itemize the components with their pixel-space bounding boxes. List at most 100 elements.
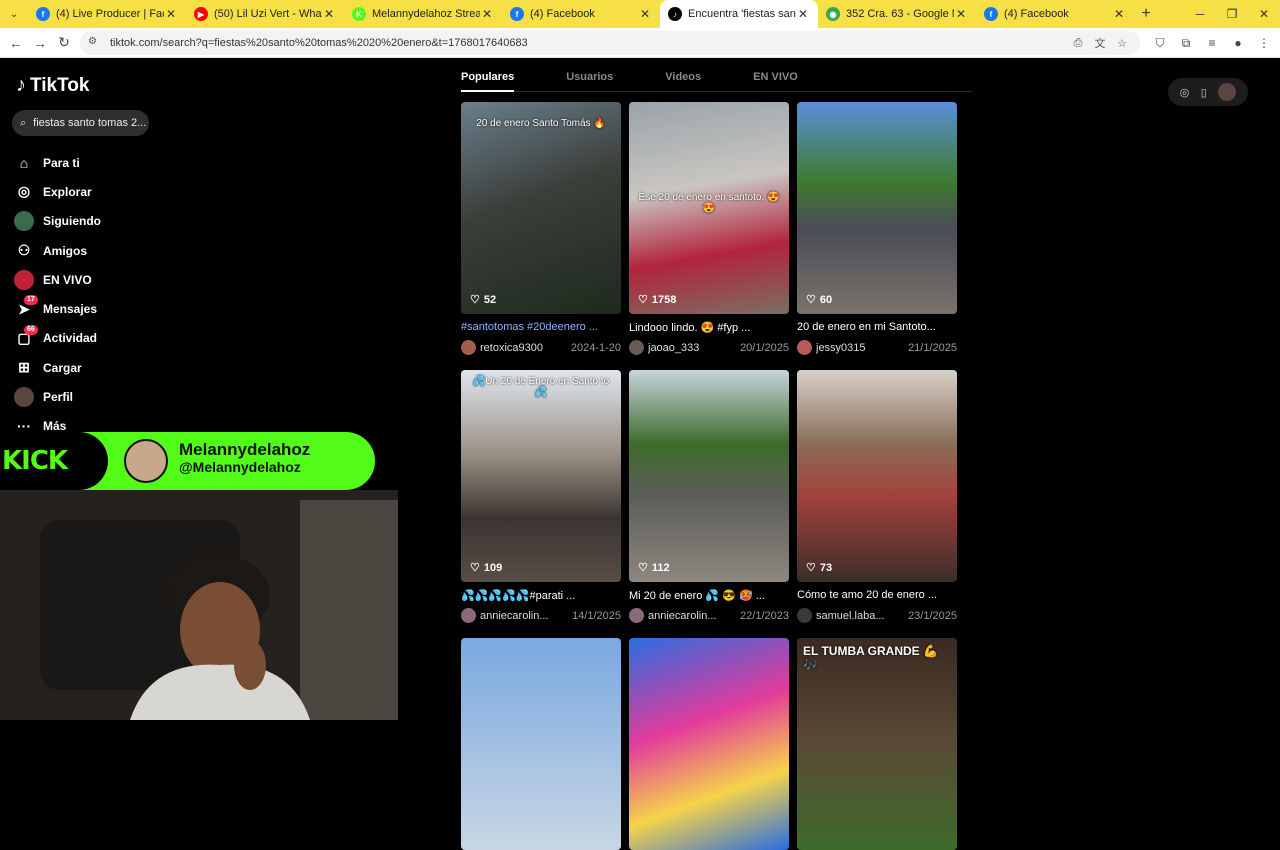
author-avatar[interactable] [629, 608, 644, 623]
video-card[interactable] [461, 638, 621, 850]
video-description[interactable]: Cómo te amo 20 de enero ... [797, 589, 957, 603]
tab-favicon-icon: ♪ [668, 7, 682, 21]
kick-logo: KICK [0, 432, 108, 490]
video-card[interactable]: Ese 20 de enero en santoto. 😍😍 ♡ 1758 Lin… [629, 102, 789, 355]
video-card[interactable]: 💦Un 20 de Enero en Santo to 💦 ♡ 109 💦💦💦💦💦… [461, 370, 621, 623]
video-card[interactable]: ♡ 73 Cómo te amo 20 de enero ... samuel.l… [797, 370, 957, 623]
browser-tab[interactable]: ♪ Encuentra 'fiestas santo tomas ✕ [660, 0, 818, 28]
sidebar-item-actividad[interactable]: ▢ 66 Actividad [14, 324, 194, 353]
tab-close-icon[interactable]: ✕ [480, 7, 494, 21]
sidebar-item-perfil[interactable]: ● Perfil [14, 382, 194, 411]
heart-icon: ♡ [470, 294, 480, 306]
author-name[interactable]: anniecarolin... [648, 610, 734, 622]
video-thumbnail[interactable] [461, 638, 621, 850]
video-description[interactable]: Mi 20 de enero 💦 😎 🥵 ... [629, 589, 789, 603]
search-input[interactable]: ⌕ fiestas santo tomas 2... [12, 110, 149, 136]
sidebar-item-explorar[interactable]: ◎ Explorar [14, 177, 194, 206]
tab-close-icon[interactable]: ✕ [1112, 7, 1126, 21]
video-card[interactable] [629, 638, 789, 850]
like-count: ♡ 112 [638, 561, 670, 575]
video-thumbnail[interactable]: ♡ 112 [629, 370, 789, 582]
tab-close-icon[interactable]: ✕ [796, 7, 810, 21]
author-name[interactable]: jessy0315 [816, 342, 902, 354]
back-icon[interactable]: ← [4, 35, 28, 51]
author-name[interactable]: retoxica9300 [480, 342, 565, 354]
video-description[interactable]: 💦💦💦💦💦#parati ... [461, 589, 621, 603]
video-card[interactable]: ♡ 112 Mi 20 de enero 💦 😎 🥵 ... anniecarol… [629, 370, 789, 623]
sidebar-item-amigos[interactable]: ⚇ Amigos [14, 236, 194, 265]
forward-icon[interactable]: → [28, 35, 52, 51]
minimize-icon[interactable]: ─ [1184, 0, 1216, 28]
video-thumbnail[interactable]: ♡ 73 [797, 370, 957, 582]
tab-close-icon[interactable]: ✕ [638, 7, 652, 21]
close-window-icon[interactable]: ✕ [1248, 0, 1280, 28]
tiktok-logo[interactable]: ♪ TikTok [16, 74, 89, 97]
media-icon[interactable]: ≡ [1204, 36, 1220, 50]
extensions-icon[interactable]: ⧉ [1178, 36, 1194, 51]
sidebar-item-label: Siguiendo [43, 214, 101, 229]
video-thumbnail[interactable]: EL TUMBA GRANDE 💪🎶 [797, 638, 957, 850]
tab-search-icon[interactable]: ⌄ [0, 0, 28, 28]
url-field[interactable]: ⚙ tiktok.com/search?q=fiestas%20santo%20… [80, 31, 1140, 55]
video-thumbnail[interactable]: 💦Un 20 de Enero en Santo to 💦 ♡ 109 [461, 370, 621, 582]
address-bar-row: ← → ↻ ⚙ tiktok.com/search?q=fiestas%20sa… [0, 28, 1280, 58]
video-thumbnail[interactable]: ♡ 60 [797, 102, 957, 314]
reload-icon[interactable]: ↻ [52, 34, 76, 51]
video-card[interactable]: EL TUMBA GRANDE 💪🎶 [797, 638, 957, 850]
author-name[interactable]: jaoao_333 [648, 342, 734, 354]
coin-icon[interactable]: ◎ [1180, 86, 1190, 99]
sidebar-item-siguiendo[interactable]: ● Siguiendo [14, 207, 194, 236]
tab-videos[interactable]: Videos [665, 58, 701, 91]
video-thumbnail[interactable]: Ese 20 de enero en santoto. 😍😍 ♡ 1758 [629, 102, 789, 314]
browser-tab[interactable]: f (4) Live Producer | Facebook ✕ [28, 0, 186, 28]
install-icon[interactable]: ⎙ [1070, 37, 1086, 50]
browser-tab[interactable]: f (4) Facebook ✕ [976, 0, 1134, 28]
menu-dots-icon[interactable]: ⋮ [1256, 36, 1272, 50]
browser-tab[interactable]: ▶ (50) Lil Uzi Vert - What You Say ✕ [186, 0, 344, 28]
heart-icon: ♡ [638, 294, 648, 306]
author-avatar[interactable] [461, 608, 476, 623]
tab-favicon-icon: K [352, 7, 366, 21]
user-avatar[interactable] [1218, 83, 1237, 101]
sidebar-item-para-ti[interactable]: ⌂ Para ti [14, 148, 194, 177]
video-description[interactable]: 20 de enero en mi Santoto... [797, 321, 957, 335]
translate-icon[interactable]: 文 [1092, 35, 1108, 51]
video-description[interactable]: Lindooo lindo. 😍 #fyp ... [629, 321, 789, 335]
tab-en-vivo[interactable]: EN VIVO [753, 58, 798, 91]
maximize-icon[interactable]: ❐ [1216, 0, 1248, 28]
new-tab-button[interactable]: + [1134, 5, 1158, 23]
sidebar-item-cargar[interactable]: ⊞ Cargar [14, 353, 194, 382]
sidebar-item-mensajes[interactable]: ➤ 17 Mensajes [14, 294, 194, 323]
tab-close-icon[interactable]: ✕ [954, 7, 968, 21]
video-card[interactable]: 20 de enero Santo Tomás 🔥 ♡ 52 #santotoma… [461, 102, 621, 355]
author-name[interactable]: anniecarolin... [480, 610, 566, 622]
tab-title: Melannydelahoz Stream - Watc [372, 8, 480, 20]
logo-text: TikTok [30, 74, 90, 96]
device-icon[interactable]: ▯ [1201, 86, 1207, 99]
tab-close-icon[interactable]: ✕ [164, 7, 178, 21]
browser-tab[interactable]: K Melannydelahoz Stream - Watc ✕ [344, 0, 502, 28]
video-caption-overlay: 💦Un 20 de Enero en Santo to 💦 [472, 376, 610, 398]
video-card[interactable]: ♡ 60 20 de enero en mi Santoto... jessy03… [797, 102, 957, 355]
video-description[interactable]: #santotomas #20deenero ... [461, 321, 621, 335]
bookmark-star-icon[interactable]: ☆ [1114, 37, 1130, 50]
shield-icon[interactable]: ⛉ [1152, 36, 1168, 51]
browser-tab[interactable]: ◉ 352 Cra. 63 - Google Maps ✕ [818, 0, 976, 28]
author-name[interactable]: samuel.laba... [816, 610, 902, 622]
video-date: 2024-1-20 [570, 341, 621, 354]
author-avatar[interactable] [461, 340, 476, 355]
site-info-icon[interactable]: ⚙ [88, 36, 102, 50]
tab-populares[interactable]: Populares [461, 58, 515, 92]
sidebar-item-en-vivo[interactable]: ● EN VIVO [14, 265, 194, 294]
profile-avatar-icon[interactable]: ● [1230, 36, 1246, 50]
search-tabs: Populares Usuarios Videos EN VIVO [461, 58, 973, 92]
tab-usuarios[interactable]: Usuarios [566, 58, 613, 91]
video-thumbnail[interactable]: 20 de enero Santo Tomás 🔥 ♡ 52 [461, 102, 621, 314]
browser-tab[interactable]: f (4) Facebook ✕ [502, 0, 660, 28]
author-avatar[interactable] [629, 340, 644, 355]
author-avatar[interactable] [797, 608, 812, 623]
sidebar-item-label: Mensajes [43, 302, 98, 317]
author-avatar[interactable] [797, 340, 812, 355]
tab-close-icon[interactable]: ✕ [322, 7, 336, 21]
video-thumbnail[interactable] [629, 638, 789, 850]
